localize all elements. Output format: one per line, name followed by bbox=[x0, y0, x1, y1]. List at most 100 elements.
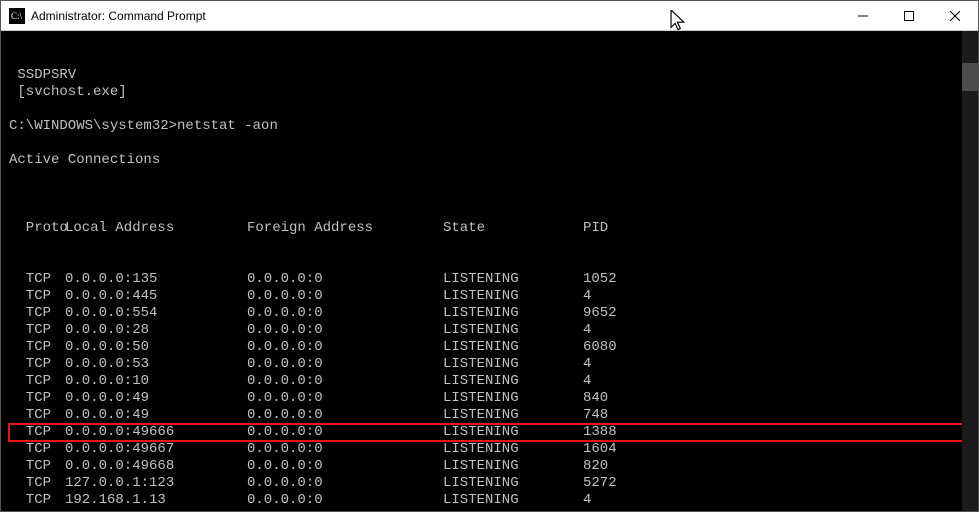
cell-foreign: 0.0.0.0:0 bbox=[247, 424, 443, 441]
table-row: TCP192.168.1.130.0.0.0:0LISTENING4 bbox=[9, 492, 978, 509]
cell-pid: 9924 bbox=[583, 509, 617, 511]
cell-proto: TCP bbox=[9, 288, 65, 305]
cell-pid: 1052 bbox=[583, 271, 617, 288]
cell-pid: 9652 bbox=[583, 305, 617, 322]
table-row: TCP0.0.0.0:500.0.0.0:0LISTENING6080 bbox=[9, 339, 978, 356]
cell-proto: TCP bbox=[9, 339, 65, 356]
table-row: TCP0.0.0.0:530.0.0.0:0LISTENING4 bbox=[9, 356, 978, 373]
cell-foreign: 0.0.0.0:0 bbox=[247, 356, 443, 373]
cell-proto: TCP bbox=[9, 424, 65, 441]
minimize-button[interactable] bbox=[840, 1, 886, 31]
close-button[interactable] bbox=[932, 1, 978, 31]
cell-local: 0.0.0.0:49 bbox=[65, 390, 247, 407]
cell-foreign: 0.0.0.0:0 bbox=[247, 339, 443, 356]
cell-foreign: 0.0.0.0:0 bbox=[247, 475, 443, 492]
cell-proto: TCP bbox=[9, 475, 65, 492]
cell-pid: 748 bbox=[583, 407, 608, 424]
cell-local: 127.0.0.1:123 bbox=[65, 475, 247, 492]
cell-foreign: 0.0.0.0:0 bbox=[247, 458, 443, 475]
cell-pid: 1388 bbox=[583, 424, 617, 441]
cell-state: LISTENING bbox=[443, 373, 583, 390]
cell-pid: 1604 bbox=[583, 441, 617, 458]
cell-state: LISTENING bbox=[443, 288, 583, 305]
table-row: TCP0.0.0.0:496670.0.0.0:0LISTENING1604 bbox=[9, 441, 978, 458]
terminal-line bbox=[9, 101, 978, 118]
table-row: TCP127.0.0.1:1230.0.0.0:0LISTENING5272 bbox=[9, 475, 978, 492]
cell-local: 0.0.0.0:135 bbox=[65, 271, 247, 288]
scrollbar-track[interactable] bbox=[962, 31, 978, 511]
cell-local: 0.0.0.0:445 bbox=[65, 288, 247, 305]
cell-proto: TCP bbox=[9, 322, 65, 339]
svg-text:C:\: C:\ bbox=[11, 11, 23, 21]
cell-state: LISTENING bbox=[443, 492, 583, 509]
terminal-line: Active Connections bbox=[9, 152, 978, 169]
terminal-line: SSDPSRV bbox=[9, 67, 978, 84]
cell-local: 0.0.0.0:53 bbox=[65, 356, 247, 373]
cell-state: LISTENING bbox=[443, 339, 583, 356]
header-proto: Proto bbox=[9, 220, 65, 237]
cell-proto: TCP bbox=[9, 458, 65, 475]
cell-proto: TCP bbox=[9, 373, 65, 390]
table-header-row: Proto Local Address Foreign Address Stat… bbox=[9, 220, 978, 237]
terminal-line: C:\WINDOWS\system32>netstat -aon bbox=[9, 118, 978, 135]
table-row: TCP0.0.0.0:4450.0.0.0:0LISTENING4 bbox=[9, 288, 978, 305]
table-row: TCP0.0.0.0:496680.0.0.0:0LISTENING820 bbox=[9, 458, 978, 475]
cell-state: LISTENING bbox=[443, 322, 583, 339]
cell-local: 0.0.0.0:50 bbox=[65, 339, 247, 356]
cell-pid: 4 bbox=[583, 356, 591, 373]
cell-state: LISTENING bbox=[443, 407, 583, 424]
cell-proto: TCP bbox=[9, 407, 65, 424]
cell-state: LISTENING bbox=[443, 305, 583, 322]
cell-local: 0.0.0.0:10 bbox=[65, 373, 247, 390]
cell-pid: 5272 bbox=[583, 475, 617, 492]
cell-foreign: 0.0.0.0:0 bbox=[247, 373, 443, 390]
terminal-prelude: SSDPSRV [svchost.exe] C:\WINDOWS\system3… bbox=[9, 67, 978, 186]
scrollbar-thumb[interactable] bbox=[962, 63, 978, 91]
cell-pid: 820 bbox=[583, 458, 608, 475]
cell-state: ESTABLISHED bbox=[443, 509, 583, 511]
cell-proto: TCP bbox=[9, 271, 65, 288]
cell-local: 0.0.0.0:49668 bbox=[65, 458, 247, 475]
terminal-line bbox=[9, 169, 978, 186]
cell-local: 192.168.1.13 bbox=[65, 492, 247, 509]
cell-pid: 840 bbox=[583, 390, 608, 407]
cell-state: LISTENING bbox=[443, 390, 583, 407]
cell-local: 0.0.0.0:49 bbox=[65, 407, 247, 424]
cmd-icon: C:\ bbox=[9, 8, 25, 24]
titlebar[interactable]: C:\ Administrator: Command Prompt bbox=[1, 1, 978, 31]
header-pid: PID bbox=[583, 220, 608, 237]
cell-pid: 6080 bbox=[583, 339, 617, 356]
table-row: TCP0.0.0.0:1350.0.0.0:0LISTENING1052 bbox=[9, 271, 978, 288]
table-row: TCP0.0.0.0:280.0.0.0:0LISTENING4 bbox=[9, 322, 978, 339]
header-foreign: Foreign Address bbox=[247, 220, 443, 237]
cell-foreign: 0.0.0.0:0 bbox=[247, 390, 443, 407]
cell-pid: 4 bbox=[583, 322, 591, 339]
cell-local: 0.0.0.0:49666 bbox=[65, 424, 247, 441]
table-row: TCP0.0.0.0:5540.0.0.0:0LISTENING9652 bbox=[9, 305, 978, 322]
cell-proto: TCP bbox=[9, 441, 65, 458]
minimize-icon bbox=[858, 11, 868, 21]
table-row: TCP0.0.0.0:490.0.0.0:0LISTENING840 bbox=[9, 390, 978, 407]
maximize-button[interactable] bbox=[886, 1, 932, 31]
table-row: TCP192.168.1.1354.37.149.ESTABLISHED9924 bbox=[9, 509, 978, 511]
cell-proto: TCP bbox=[9, 492, 65, 509]
cell-local: 0.0.0.0:28 bbox=[65, 322, 247, 339]
table-row: TCP0.0.0.0:490.0.0.0:0LISTENING748 bbox=[9, 407, 978, 424]
table-row: TCP0.0.0.0:100.0.0.0:0LISTENING4 bbox=[9, 373, 978, 390]
cell-proto: TCP bbox=[9, 356, 65, 373]
cell-pid: 4 bbox=[583, 288, 591, 305]
terminal-output[interactable]: SSDPSRV [svchost.exe] C:\WINDOWS\system3… bbox=[1, 31, 978, 511]
cell-state: LISTENING bbox=[443, 271, 583, 288]
cell-foreign: 0.0.0.0:0 bbox=[247, 407, 443, 424]
maximize-icon bbox=[904, 11, 914, 21]
table-body: TCP0.0.0.0:1350.0.0.0:0LISTENING1052 TCP… bbox=[9, 271, 978, 511]
cell-foreign: 0.0.0.0:0 bbox=[247, 492, 443, 509]
cell-state: LISTENING bbox=[443, 475, 583, 492]
cell-state: LISTENING bbox=[443, 441, 583, 458]
cell-foreign: 0.0.0.0:0 bbox=[247, 288, 443, 305]
cell-foreign: 0.0.0.0:0 bbox=[247, 441, 443, 458]
cell-foreign: 0.0.0.0:0 bbox=[247, 271, 443, 288]
terminal-line: [svchost.exe] bbox=[9, 84, 978, 101]
cell-local: 192.168.1.13 bbox=[65, 509, 247, 511]
cell-state: LISTENING bbox=[443, 356, 583, 373]
